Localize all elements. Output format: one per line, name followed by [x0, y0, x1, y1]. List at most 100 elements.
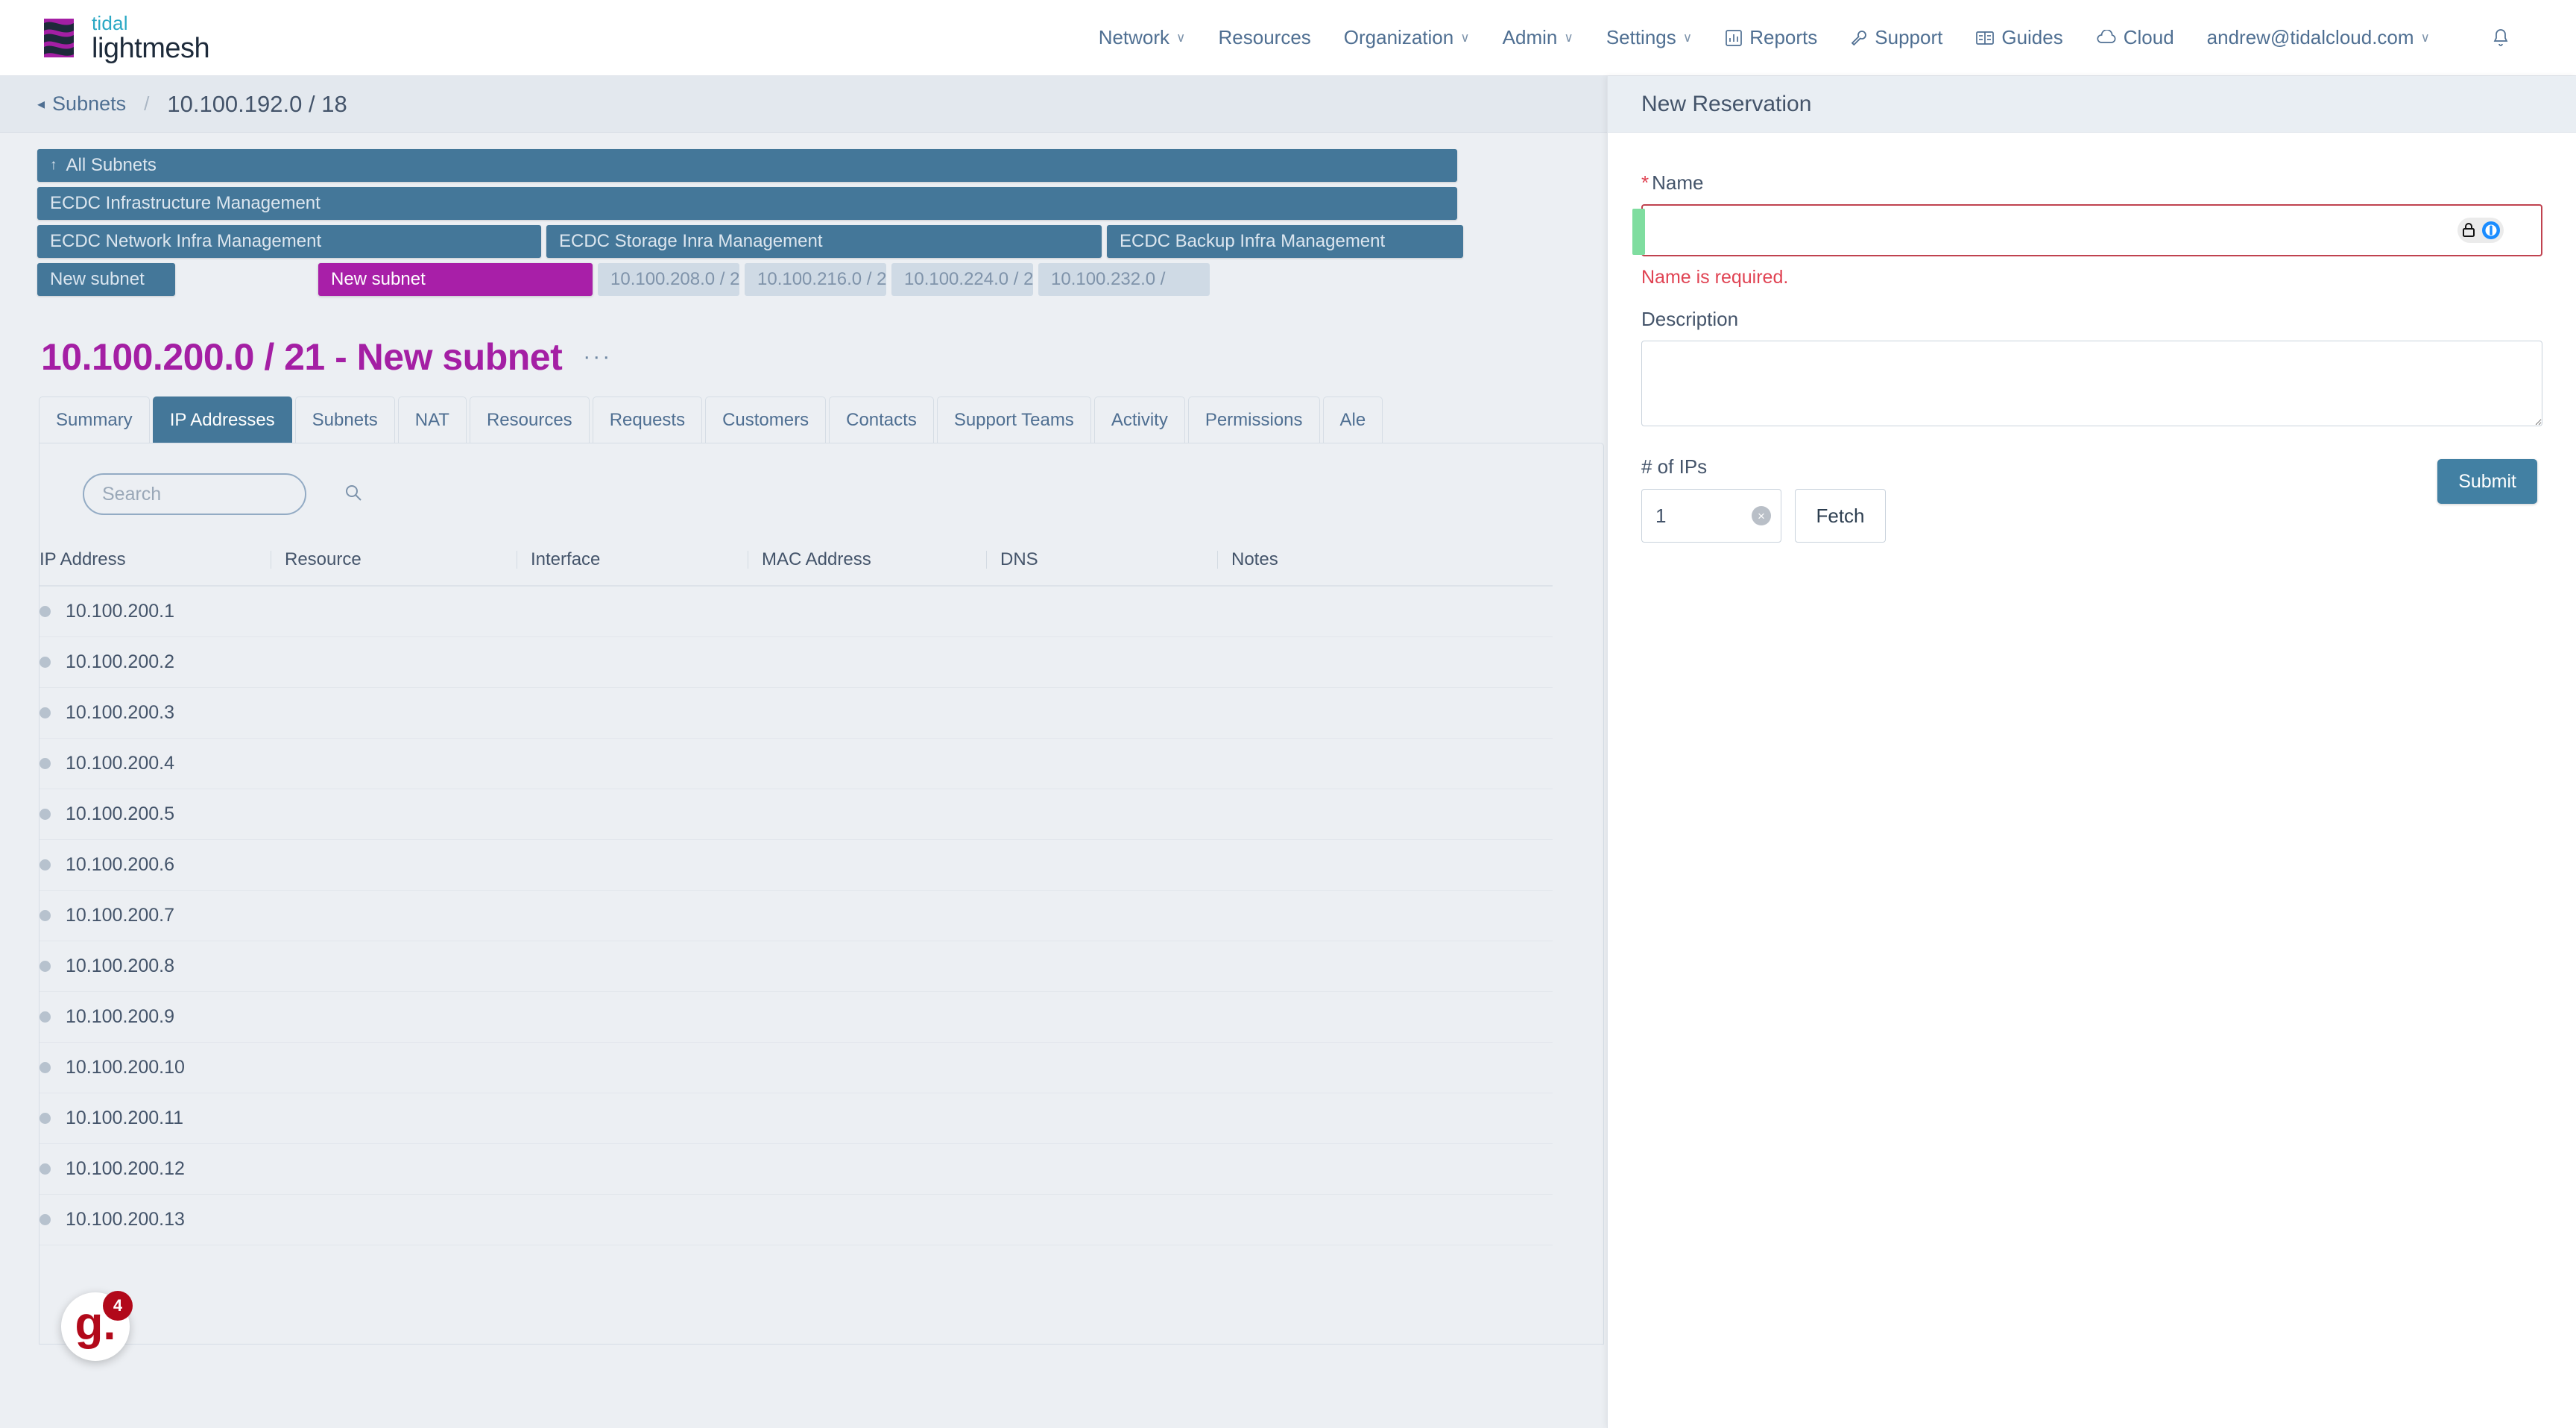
status-dot-icon	[40, 960, 51, 972]
table-row[interactable]: 10.100.200.2	[40, 636, 1553, 688]
subnet-bar-ecdc-infrastructure[interactable]: ECDC Infrastructure Management	[37, 187, 1457, 220]
table-row[interactable]: 10.100.200.3	[40, 687, 1553, 739]
table-row[interactable]: 10.100.200.6	[40, 839, 1553, 891]
subnet-chip-new-subnet-left[interactable]: New subnet	[37, 263, 175, 296]
subnet-bar-storage-infra[interactable]: ECDC Storage Inra Management	[546, 225, 1102, 258]
tab-activity[interactable]: Activity	[1093, 397, 1185, 443]
name-input[interactable]	[1641, 204, 2542, 256]
nav-label: Support	[1875, 26, 1943, 48]
submit-button[interactable]: Submit	[2437, 459, 2537, 504]
table-row[interactable]: 10.100.200.13	[40, 1194, 1553, 1245]
subnet-chip-new-subnet-selected[interactable]: New subnet	[318, 263, 593, 296]
cell-resource	[271, 586, 517, 637]
table-row[interactable]: 10.100.200.10	[40, 1042, 1553, 1093]
subnet-bar-all-subnets[interactable]: ↑ All Subnets	[37, 149, 1457, 182]
cell-resource	[271, 839, 517, 891]
subnet-chip-10-100-224-0[interactable]: 10.100.224.0 / 21 +	[891, 263, 1033, 296]
cell-mac	[748, 1194, 986, 1245]
status-dot-icon	[40, 808, 51, 820]
description-field-label: Description	[1641, 308, 1739, 330]
table-row[interactable]: 10.100.200.12	[40, 1143, 1553, 1195]
subnet-bar-network-infra[interactable]: ECDC Network Infra Management	[37, 225, 541, 258]
cell-mac	[748, 839, 986, 891]
table-row[interactable]: 10.100.200.4	[40, 738, 1553, 789]
column-header-ip-address[interactable]: IP Address	[40, 551, 271, 587]
column-header-dns[interactable]: DNS	[986, 551, 1217, 587]
table-row[interactable]: 10.100.200.1	[40, 586, 1553, 637]
name-field-label: * Name	[1641, 171, 2542, 195]
cell-resource	[271, 1093, 517, 1144]
nav-item-settings[interactable]: Settings ∨	[1590, 26, 1708, 49]
column-header-resource[interactable]: Resource	[271, 551, 517, 587]
cell-dns	[986, 586, 1217, 637]
nav-item-network[interactable]: Network ∨	[1082, 26, 1202, 49]
cell-mac	[748, 738, 986, 789]
subnet-chip-label: 10.100.208.0 / 21	[610, 269, 739, 289]
more-options-menu-button[interactable]: ···	[583, 344, 612, 370]
description-textarea[interactable]	[1641, 341, 2542, 426]
search-input[interactable]	[101, 482, 344, 506]
tab-permissions[interactable]: Permissions	[1187, 397, 1320, 443]
tab-requests[interactable]: Requests	[592, 397, 703, 443]
table-row[interactable]: 10.100.200.5	[40, 789, 1553, 840]
nav-item-guides[interactable]: Guides	[1959, 26, 2079, 49]
table-row[interactable]: 10.100.200.11	[40, 1093, 1553, 1144]
chat-support-widget[interactable]: g. 4	[61, 1291, 133, 1361]
tab-label: Permissions	[1205, 409, 1303, 430]
search-box[interactable]	[83, 473, 362, 515]
cell-ip: 10.100.200.11	[40, 1093, 271, 1144]
subnet-chip-10-100-216-0[interactable]: 10.100.216.0 / 21 +	[745, 263, 886, 296]
tab-resources[interactable]: Resources	[469, 397, 590, 443]
clear-icon[interactable]: ×	[1752, 506, 1771, 525]
breadcrumb-current: 10.100.192.0 / 18	[167, 90, 347, 117]
cell-mac	[748, 636, 986, 688]
tab-nat[interactable]: NAT	[397, 397, 467, 443]
cell-resource	[271, 890, 517, 941]
table-row[interactable]: 10.100.200.8	[40, 941, 1553, 992]
search-icon[interactable]	[344, 483, 363, 506]
tab-alerts[interactable]: Ale	[1322, 397, 1383, 443]
cell-resource	[271, 789, 517, 840]
nav-item-resources[interactable]: Resources	[1202, 26, 1328, 49]
nav-item-reports[interactable]: Reports	[1708, 26, 1834, 49]
tab-label: Subnets	[312, 409, 378, 430]
table-row[interactable]: 10.100.200.7	[40, 890, 1553, 941]
cell-notes	[1217, 636, 1553, 688]
tab-summary[interactable]: Summary	[39, 397, 150, 443]
tab-label: Ale	[1339, 409, 1366, 430]
column-header-mac-address[interactable]: MAC Address	[748, 551, 986, 587]
name-label-text: Name	[1652, 171, 1704, 194]
nav-item-cloud[interactable]: Cloud	[2080, 26, 2191, 49]
tab-subnets[interactable]: Subnets	[294, 397, 395, 443]
subnet-bar-label: All Subnets	[66, 155, 157, 175]
nav-item-user-account[interactable]: andrew@tidalcloud.com ∨	[2191, 26, 2446, 49]
app-logo[interactable]: tidal lightmesh	[41, 13, 210, 63]
table-body: 10.100.200.1 10.100.200.2 10.100.200.3 1…	[40, 586, 1553, 1245]
nav-item-organization[interactable]: Organization ∨	[1328, 26, 1486, 49]
breadcrumb-back-subnets[interactable]: ◂ Subnets	[37, 92, 126, 116]
ip-address-value: 10.100.200.7	[66, 904, 174, 926]
subnet-map-gap	[180, 263, 318, 296]
tab-ip-addresses[interactable]: IP Addresses	[152, 397, 292, 443]
subnet-bar-backup-infra[interactable]: ECDC Backup Infra Management	[1107, 225, 1463, 258]
subnet-chip-10-100-208-0[interactable]: 10.100.208.0 / 21 +	[598, 263, 739, 296]
tab-contacts[interactable]: Contacts	[829, 397, 934, 443]
cell-mac	[748, 941, 986, 992]
subnet-chip-10-100-232-0[interactable]: 10.100.232.0 /	[1038, 263, 1210, 296]
1password-badge-icon[interactable]	[2457, 218, 2504, 243]
nav-item-admin[interactable]: Admin ∨	[1486, 26, 1590, 49]
nav-item-support[interactable]: Support	[1834, 26, 1959, 49]
table-row[interactable]: 10.100.200.9	[40, 991, 1553, 1043]
ips-field-label: # of IPs	[1641, 455, 1708, 478]
cell-dns	[986, 687, 1217, 739]
notifications-button[interactable]	[2446, 28, 2531, 48]
column-header-notes[interactable]: Notes	[1217, 551, 1553, 587]
subnet-hierarchy-map: ↑ All Subnets ECDC Infrastructure Manage…	[0, 133, 1607, 296]
book-icon	[1975, 29, 1995, 47]
column-header-interface[interactable]: Interface	[517, 551, 748, 587]
status-dot-icon	[40, 1163, 51, 1175]
tab-support-teams[interactable]: Support Teams	[936, 397, 1091, 443]
tab-customers[interactable]: Customers	[705, 397, 827, 443]
cell-interface	[517, 890, 748, 941]
fetch-button[interactable]: Fetch	[1795, 489, 1886, 543]
